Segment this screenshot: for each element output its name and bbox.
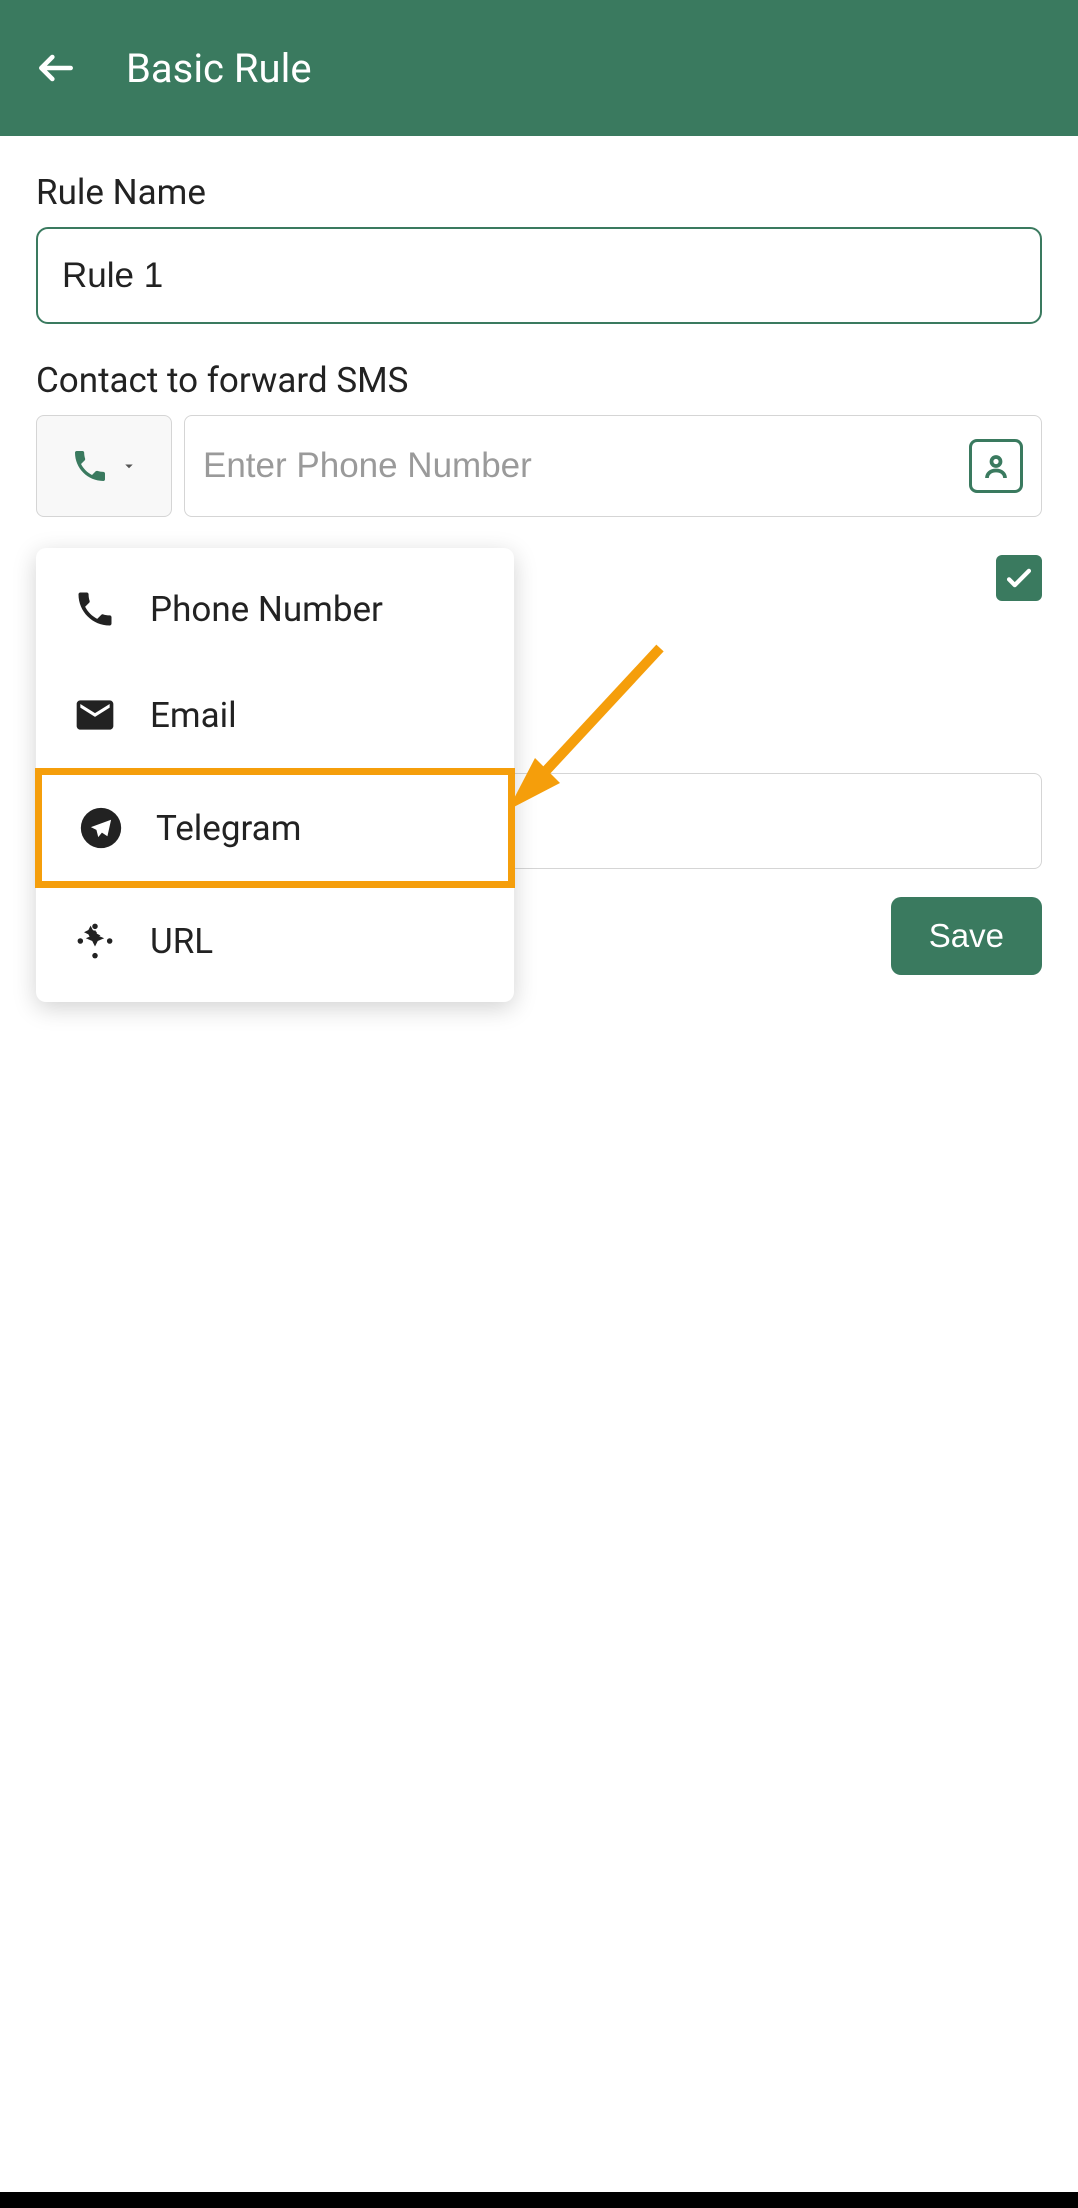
dropdown-item-email[interactable]: Email <box>36 662 514 768</box>
phone-number-input[interactable] <box>203 446 969 486</box>
phone-input-container <box>184 415 1042 517</box>
save-button[interactable]: Save <box>891 897 1042 975</box>
contact-type-dropdown: Phone Number Email Telegram <box>36 548 514 1002</box>
rule-name-label: Rule Name <box>36 172 1042 213</box>
dropdown-item-url[interactable]: URL <box>36 888 514 994</box>
contact-picker-button[interactable] <box>969 439 1023 493</box>
check-icon <box>1002 561 1036 595</box>
enable-checkbox[interactable] <box>996 555 1042 601</box>
url-icon <box>72 918 118 964</box>
bottom-spacer <box>0 2192 1078 2208</box>
dropdown-item-label: Phone Number <box>150 589 383 630</box>
contact-label: Contact to forward SMS <box>36 360 1042 401</box>
rule-name-input[interactable] <box>36 227 1042 324</box>
person-icon <box>978 448 1014 484</box>
page-title: Basic Rule <box>126 45 312 92</box>
chevron-down-icon <box>120 457 138 475</box>
app-header: Basic Rule <box>0 0 1078 136</box>
arrow-left-icon <box>34 46 78 90</box>
email-icon <box>72 692 118 738</box>
back-button[interactable] <box>26 38 86 98</box>
dropdown-item-telegram[interactable]: Telegram <box>35 768 515 888</box>
phone-icon <box>70 446 110 486</box>
dropdown-item-label: URL <box>150 921 213 962</box>
phone-icon <box>72 586 118 632</box>
contact-type-select[interactable] <box>36 415 172 517</box>
dropdown-item-phone[interactable]: Phone Number <box>36 556 514 662</box>
telegram-icon <box>78 805 124 851</box>
dropdown-item-label: Telegram <box>156 808 301 849</box>
dropdown-item-label: Email <box>150 695 237 736</box>
